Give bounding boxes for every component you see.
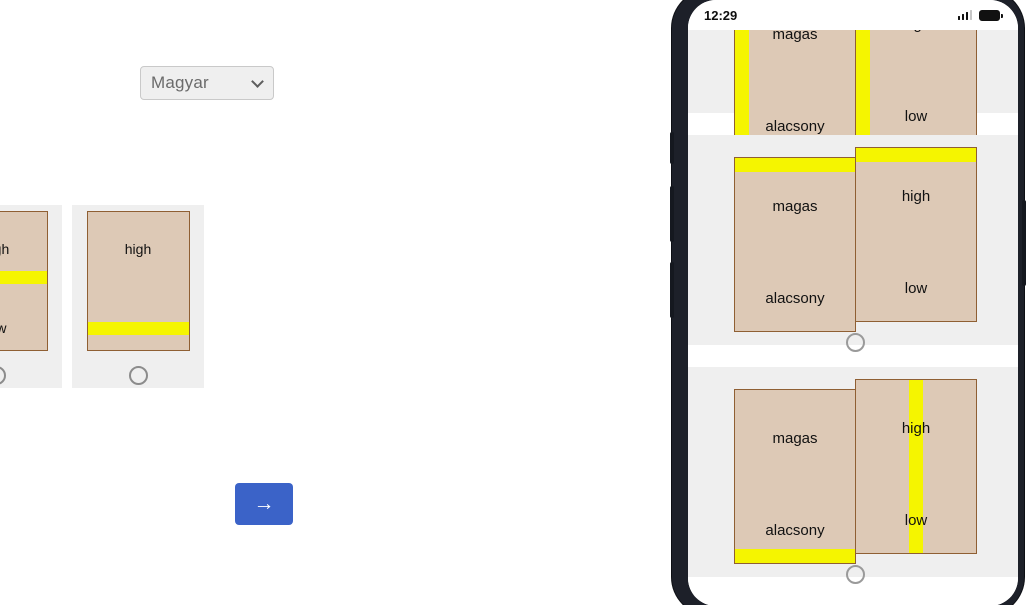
yellow-band (735, 549, 855, 563)
strip-right: high low (855, 147, 977, 322)
language-select-wrapper: Magyar (140, 66, 274, 100)
chevron-down-icon (251, 75, 264, 88)
strip-preview: highlow (86, 211, 190, 351)
battery-icon (979, 9, 1003, 21)
screen-root: Magyar r strip? at you initially had in … (0, 0, 1036, 605)
status-bar: 12:29 (688, 0, 1018, 30)
strip-pair: magas alacsony high low (688, 135, 1018, 352)
next-button[interactable]: → (235, 483, 293, 525)
strip-high-label: high (901, 420, 931, 437)
phone-option-card[interactable]: magas alacsony high low (688, 30, 1018, 180)
strip-left: magas alacsony (734, 157, 856, 332)
strip-low-label: alacsony (765, 118, 825, 135)
language-select-value: Magyar (151, 73, 209, 92)
phone-power-button[interactable] (1022, 200, 1026, 286)
yellow-band (0, 270, 47, 284)
yellow-band (856, 30, 870, 149)
strip-pair: magas alacsony high low (688, 30, 1018, 180)
option-list: highlowhighlow (0, 205, 204, 388)
strip-preview: high low (0, 211, 48, 351)
option-card[interactable]: high low (0, 205, 62, 388)
question-subtitle: at you initially had in mind. (0, 141, 1, 165)
phone-option-card[interactable]: magas alacsony high low (688, 135, 1018, 352)
yellow-band (735, 158, 855, 172)
phone-option-card[interactable]: magas alacsony high low (688, 367, 1018, 584)
strip-low-label: alacsony (765, 290, 825, 307)
strip-left: magas alacsony (734, 389, 856, 564)
phone-card-list: magas alacsony high low magas alacsony high low… (688, 30, 1018, 605)
strip-high-label: high (124, 241, 152, 257)
yellow-band (87, 322, 189, 335)
strip-low-label: low (904, 512, 928, 529)
option-card[interactable]: highlow (72, 205, 204, 388)
phone-screen: 12:29 magasalacsonyhighlowmagasalacsonyh… (688, 0, 1018, 605)
strip-low-label: low (0, 320, 7, 336)
phone-volume-down-button[interactable] (670, 262, 674, 318)
strip-high-label: magas (772, 198, 818, 215)
option-radio[interactable] (0, 366, 6, 385)
strip-high-label: magas (772, 430, 818, 447)
strip-pair: magas alacsony high low (688, 367, 1018, 584)
strip-low-label: low (904, 280, 928, 297)
survey-pane: Magyar r strip? at you initially had in … (0, 0, 672, 605)
status-time: 12:29 (704, 7, 738, 23)
strip-high-label: high (0, 241, 10, 257)
signal-bars-icon (957, 10, 972, 20)
phone-volume-up-button[interactable] (670, 186, 674, 242)
status-icons (957, 9, 1003, 21)
language-select[interactable]: Magyar (140, 66, 274, 100)
yellow-band (856, 148, 976, 162)
strip-high-label: high (856, 30, 976, 33)
strip-low-label: alacsony (765, 522, 825, 539)
strip-low-label: low (904, 108, 928, 125)
phone-option-radio[interactable] (846, 333, 865, 352)
option-radio[interactable] (128, 366, 148, 385)
strip-high-label: high (901, 188, 931, 205)
strip-high-label: magas (772, 30, 818, 43)
phone-mute-switch[interactable] (670, 132, 674, 164)
phone-option-radio[interactable] (846, 565, 865, 584)
phone-mockup: 12:29 magasalacsonyhighlowmagasalacsonyh… (670, 0, 1026, 605)
strip-right: high low (855, 379, 977, 554)
strip-right: high low (855, 30, 977, 150)
